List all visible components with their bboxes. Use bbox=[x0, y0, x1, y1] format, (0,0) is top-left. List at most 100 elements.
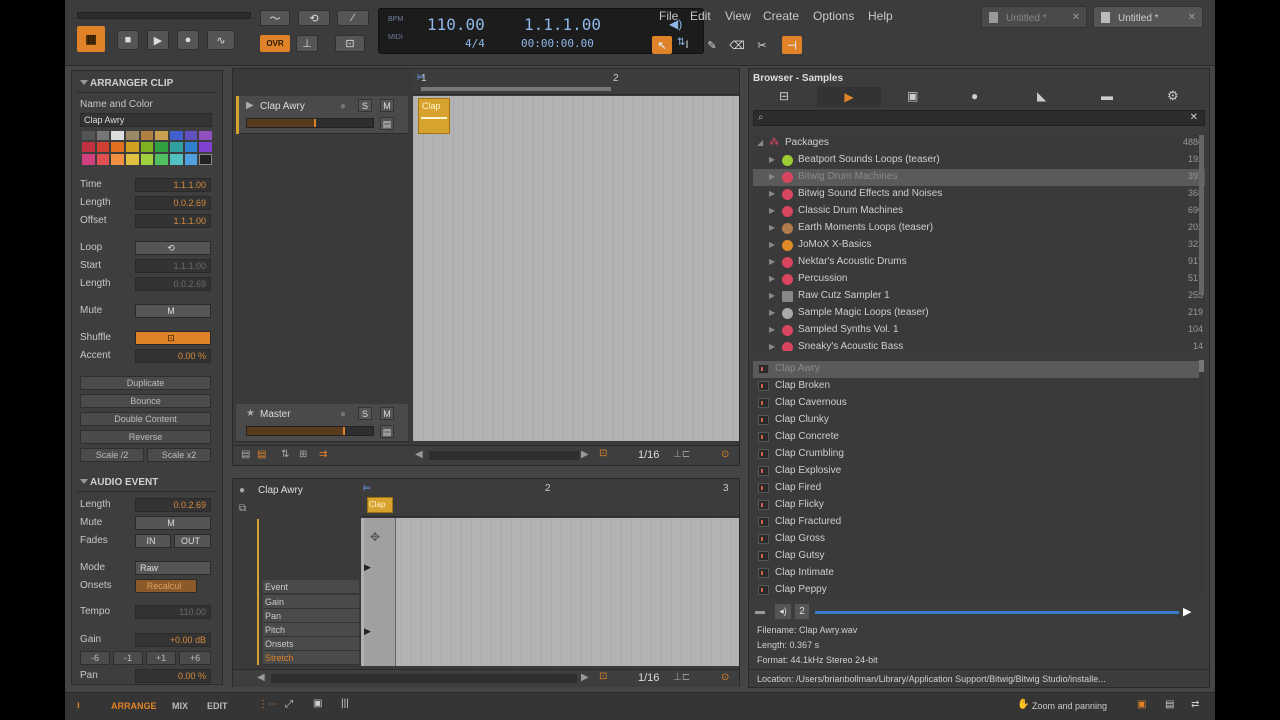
file-item[interactable]: Clap Gutsy bbox=[753, 548, 1199, 565]
swatch[interactable] bbox=[111, 131, 124, 141]
file-item[interactable]: Clap Crumbling bbox=[753, 446, 1199, 463]
expand-arrow-icon[interactable]: ▶ bbox=[769, 240, 775, 249]
snap-grid-icon[interactable]: ⊡ bbox=[599, 448, 607, 459]
duplicate-button[interactable]: Duplicate bbox=[80, 376, 211, 390]
event-mute-button[interactable]: M bbox=[135, 516, 211, 530]
fade-out-button[interactable]: OUT bbox=[174, 534, 211, 548]
expand-arrow-icon[interactable]: ▶ bbox=[769, 155, 775, 164]
collapse-arrow-icon[interactable]: ◢ bbox=[757, 138, 763, 147]
swatch[interactable] bbox=[170, 153, 183, 165]
event-tempo-field[interactable]: 110.00 bbox=[135, 605, 211, 619]
file-item[interactable]: Clap Peppy bbox=[753, 582, 1199, 598]
menu-file[interactable]: File bbox=[659, 9, 678, 23]
lane-onsets[interactable]: Onsets bbox=[263, 637, 359, 651]
playhead-marker-icon[interactable]: ⊨ bbox=[417, 72, 425, 83]
expand-arrow-icon[interactable]: ▶ bbox=[769, 291, 775, 300]
time-signature-display[interactable]: 4/4 bbox=[465, 37, 485, 50]
file-icon[interactable]: ▤ bbox=[1165, 699, 1174, 710]
menu-edit[interactable]: Edit bbox=[690, 9, 711, 23]
lane-event[interactable]: Event bbox=[263, 580, 359, 594]
expand-arrow-icon[interactable]: ▶ bbox=[769, 189, 775, 198]
gain-plus6-button[interactable]: +6 bbox=[179, 651, 211, 665]
stop-button[interactable]: ■ bbox=[117, 30, 139, 50]
mute-button[interactable]: M bbox=[135, 304, 211, 318]
horizontal-scrollbar[interactable] bbox=[429, 451, 579, 460]
gain-minus6-button[interactable]: -6 bbox=[80, 651, 110, 665]
curve-linear-button[interactable]: ～ bbox=[260, 10, 290, 26]
time-field[interactable]: 1.1.1.00 bbox=[135, 178, 211, 192]
fade-in-button[interactable]: IN bbox=[135, 534, 171, 548]
position-slider[interactable] bbox=[77, 12, 251, 19]
package-item[interactable]: ▶ Nektar's Acoustic Drums 917 bbox=[753, 254, 1205, 271]
swatch[interactable] bbox=[155, 142, 168, 152]
length-field[interactable]: 0.0.2.69 bbox=[135, 196, 211, 210]
editor-power-icon[interactable]: ● bbox=[239, 485, 245, 496]
swatch[interactable] bbox=[155, 153, 168, 165]
expand-arrow-icon[interactable]: ▶ bbox=[769, 172, 775, 181]
browser-search[interactable]: ⌕ ✕ bbox=[753, 110, 1205, 126]
file-item[interactable]: Clap Fractured bbox=[753, 514, 1199, 531]
onset-marker-icon[interactable]: ▶ bbox=[364, 562, 371, 573]
expand-arrow-icon[interactable]: ▶ bbox=[769, 342, 775, 351]
swatch[interactable] bbox=[111, 153, 124, 165]
mute-button[interactable]: M bbox=[380, 99, 394, 112]
scroll-right-icon[interactable]: ▶ bbox=[581, 449, 589, 460]
preview-number[interactable]: 2 bbox=[795, 604, 809, 619]
onset-marker-icon[interactable]: ▶ bbox=[364, 626, 371, 637]
curve-button[interactable]: ⁄ bbox=[337, 10, 369, 26]
package-item[interactable]: ▶ Classic Drum Machines 696 bbox=[753, 203, 1205, 220]
quantize-value[interactable]: 1/16 bbox=[638, 449, 659, 461]
clear-search-icon[interactable]: ✕ bbox=[1190, 112, 1198, 123]
package-item[interactable]: ▶ Beatport Sounds Loops (teaser) 192 bbox=[753, 152, 1205, 169]
file-item[interactable]: Clap Broken bbox=[753, 378, 1199, 395]
audio-event-header[interactable]: AUDIO EVENT bbox=[76, 472, 216, 492]
track-menu-icon[interactable]: ▤ bbox=[380, 425, 394, 438]
package-item[interactable]: ▶ JoMoX X-Basics 322 bbox=[753, 237, 1205, 254]
gain-minus1-button[interactable]: -1 bbox=[113, 651, 143, 665]
audio-event-region[interactable]: ✥ ▶ ▶ bbox=[364, 518, 396, 666]
file-item[interactable]: Clap Gross bbox=[753, 531, 1199, 548]
zoom-fit-icon[interactable]: ⊙ bbox=[721, 672, 729, 683]
preview-toggle-icon[interactable]: ▬ bbox=[755, 606, 765, 617]
volume-slider[interactable] bbox=[246, 426, 374, 436]
automation-icon[interactable]: ⤢ bbox=[285, 699, 293, 710]
color-palette[interactable] bbox=[82, 131, 212, 165]
track-name[interactable]: Clap Awry bbox=[260, 101, 305, 112]
menu-view[interactable]: View bbox=[725, 9, 751, 23]
view-edit[interactable]: EDIT bbox=[207, 701, 228, 711]
package-item[interactable]: ▶ Percussion 517 bbox=[753, 271, 1205, 288]
document-tab-active[interactable]: Untitled * ✕ bbox=[1093, 6, 1203, 28]
mode-dropdown[interactable]: Raw bbox=[135, 561, 211, 575]
snap-grid-icon[interactable]: ⊡ bbox=[599, 671, 607, 682]
swatch[interactable] bbox=[170, 131, 183, 141]
menu-create[interactable]: Create bbox=[763, 9, 799, 23]
scroll-left-icon[interactable]: ◀ bbox=[415, 449, 423, 460]
solo-button[interactable]: S bbox=[358, 407, 372, 420]
packages-header[interactable]: ◢ ⁂ Packages 4886 bbox=[753, 135, 1205, 152]
samples-tab-icon[interactable]: ▶ bbox=[817, 87, 881, 107]
editor-ruler[interactable]: ⊨ 2 3 Clap bbox=[361, 479, 739, 517]
editor-layers-icon[interactable]: ⧉ bbox=[239, 503, 246, 514]
document-tab[interactable]: Untitled * ✕ bbox=[981, 6, 1087, 28]
swatch[interactable] bbox=[126, 142, 139, 152]
grid-icon[interactable]: ⊞ bbox=[299, 449, 307, 460]
swatch[interactable] bbox=[96, 153, 110, 165]
expand-arrow-icon[interactable]: ▶ bbox=[246, 100, 254, 111]
swatch-auto[interactable] bbox=[199, 153, 212, 165]
arranger-clip[interactable]: Clap bbox=[418, 98, 450, 134]
package-item[interactable]: ▶ Bitwig Sound Effects and Noises 368 bbox=[753, 186, 1205, 203]
editor-horizontal-scrollbar[interactable] bbox=[271, 674, 577, 683]
clips-tab-icon[interactable]: ▬ bbox=[1101, 89, 1113, 103]
track-header-master[interactable]: ★ Master ● S M ▤ bbox=[236, 404, 408, 442]
knife-tool-icon[interactable]: ✂ bbox=[752, 36, 772, 54]
loop-region[interactable] bbox=[421, 87, 611, 91]
zoom-fit-icon[interactable]: ⊙ bbox=[721, 449, 729, 460]
swatch[interactable] bbox=[96, 131, 110, 141]
file-item[interactable]: Clap Explosive bbox=[753, 463, 1199, 480]
swatch[interactable] bbox=[126, 153, 139, 165]
scroll-left-icon[interactable]: ◀ bbox=[257, 672, 265, 683]
arranger-clip-header[interactable]: ARRANGER CLIP bbox=[76, 73, 216, 93]
expand-arrow-icon[interactable]: ▶ bbox=[769, 308, 775, 317]
lane-pan[interactable]: Pan bbox=[263, 609, 359, 623]
view-toggle-icon[interactable]: ▤ bbox=[257, 449, 266, 460]
